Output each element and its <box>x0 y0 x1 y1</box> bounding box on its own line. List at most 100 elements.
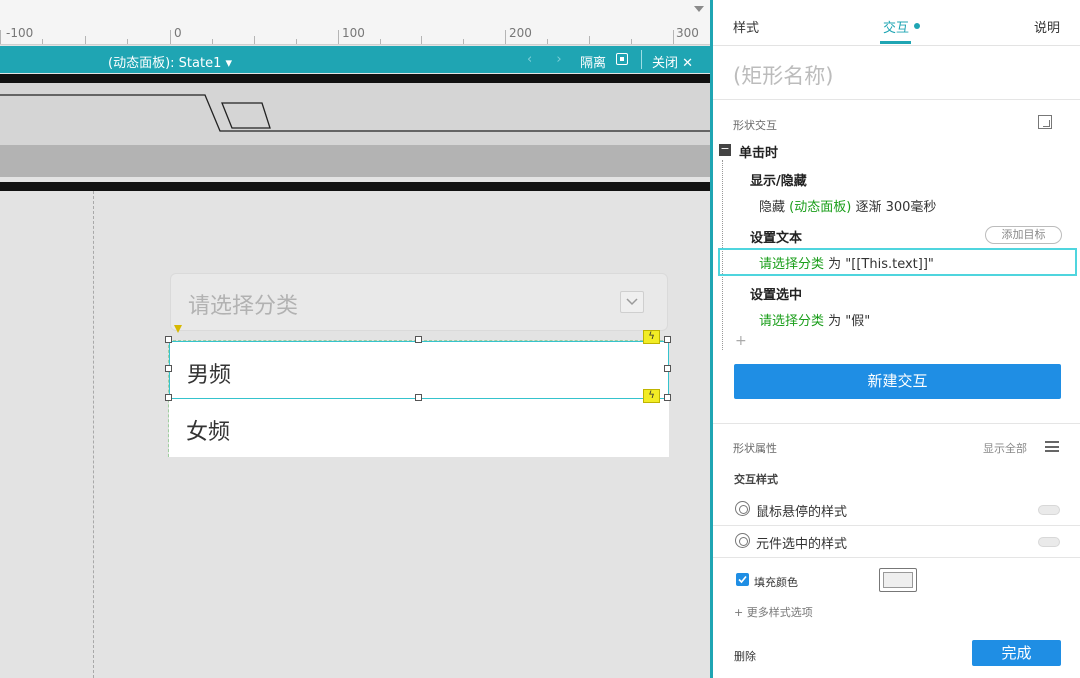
action-set-text-detail[interactable]: 请选择分类 为 "[[This.text]]" <box>759 253 934 272</box>
divider <box>713 557 1080 558</box>
ruler-label: 100 <box>342 26 365 40</box>
interaction-bolt-icon[interactable]: ϟ <box>643 389 660 403</box>
event-click-label[interactable]: 单击时 <box>739 142 778 161</box>
header-bar-middle <box>0 145 710 177</box>
ruler-tick <box>421 36 422 44</box>
state-nav-arrows[interactable]: ‹ › <box>527 52 572 67</box>
action-target: 请选择分类 <box>759 257 825 272</box>
resize-handle[interactable] <box>415 394 422 401</box>
ruler-tick <box>170 30 171 44</box>
dropdown-placeholder: 请选择分类 <box>188 294 299 319</box>
action-target: (动态面板) <box>789 200 852 215</box>
tab-underline <box>880 41 911 44</box>
inspector-tabs: 样式 交互 说明 <box>713 0 1080 46</box>
isolate-button[interactable]: 隔离 <box>580 52 606 71</box>
resize-handle[interactable] <box>165 336 172 343</box>
ruler-label: 300 <box>676 26 699 40</box>
action-target: 请选择分类 <box>759 314 825 329</box>
ruler-tick <box>589 36 590 44</box>
ruler-tick <box>338 30 339 44</box>
resize-handle[interactable] <box>664 336 671 343</box>
resize-handle[interactable] <box>415 336 422 343</box>
close-panel-button[interactable]: 关闭 ✕ <box>652 52 693 71</box>
style-target-icon <box>735 501 750 516</box>
tab-notes[interactable]: 说明 <box>1034 17 1060 36</box>
new-interaction-button[interactable]: 新建交互 <box>734 364 1061 399</box>
ruler-tick <box>296 39 297 44</box>
selected-style-label[interactable]: 元件选中的样式 <box>756 533 847 552</box>
ruler-tick <box>463 39 464 44</box>
action-detail: 逐渐 300毫秒 <box>855 200 937 215</box>
chevron-down-icon[interactable] <box>620 291 644 313</box>
ruler-tick <box>505 30 506 44</box>
ruler-label: 200 <box>509 26 532 40</box>
dynamic-panel-bar: (动态面板): State1 ▾ ‹ › 隔离 关闭 ✕ <box>0 46 710 73</box>
ruler-tick <box>380 39 381 44</box>
fill-color-label: 填充颜色 <box>754 576 798 589</box>
ruler-tick <box>212 39 213 44</box>
shape-name-field[interactable]: (矩形名称) <box>733 60 833 90</box>
interaction-bolt-icon[interactable]: ϟ <box>643 330 660 344</box>
resize-handle[interactable] <box>165 394 172 401</box>
ruler-tick <box>0 30 1 44</box>
header-bar-top <box>0 74 710 83</box>
ruler-tick <box>547 39 548 44</box>
tab-outline-shape <box>0 94 710 132</box>
style-target-icon <box>735 533 750 548</box>
fill-color-checkbox[interactable] <box>736 573 749 586</box>
active-dot-icon <box>914 23 920 29</box>
fill-color-swatch[interactable] <box>879 568 917 592</box>
option-male[interactable]: 男频 <box>169 341 669 399</box>
ruler-label: 0 <box>174 26 182 40</box>
show-all-link[interactable]: 显示全部 <box>983 440 1027 456</box>
category-dropdown[interactable]: 请选择分类 <box>170 273 668 331</box>
hover-style-toggle[interactable] <box>1038 505 1060 515</box>
section-title: 形状属性 <box>733 442 777 455</box>
selected-style-toggle[interactable] <box>1038 537 1060 547</box>
divider <box>641 50 642 69</box>
ruler-tick <box>254 36 255 44</box>
ruler-tick <box>42 39 43 44</box>
ruler-label: -100 <box>6 26 34 40</box>
ruler-tick <box>127 39 128 44</box>
action-set-text-title[interactable]: 设置文本 <box>750 227 802 246</box>
action-detail: 为 "假" <box>828 314 871 329</box>
resize-handle[interactable] <box>664 394 671 401</box>
menu-icon[interactable] <box>1045 441 1059 452</box>
action-show-hide-detail[interactable]: 隐藏 (动态面板) 逐渐 300毫秒 <box>759 196 936 215</box>
divider <box>713 99 1080 100</box>
delete-link[interactable]: 删除 <box>734 648 756 664</box>
panel-state-selector[interactable]: (动态面板): State1 ▾ <box>108 52 232 71</box>
guide-line <box>93 191 94 678</box>
action-set-selected-detail[interactable]: 请选择分类 为 "假" <box>759 310 870 329</box>
ruler-tick <box>631 39 632 44</box>
horizontal-ruler: -100 0 100 200 300 <box>0 0 710 45</box>
anchor-marker-icon <box>174 325 182 333</box>
tab-style[interactable]: 样式 <box>733 17 759 36</box>
divider <box>713 525 1080 526</box>
collapse-icon[interactable]: − <box>719 143 731 156</box>
isolate-icon[interactable] <box>616 53 628 65</box>
section-title: 形状交互 <box>733 119 777 132</box>
option-label: 男频 <box>187 363 232 388</box>
ruler-dropdown-icon[interactable] <box>694 6 704 12</box>
resize-handle[interactable] <box>165 365 172 372</box>
add-action-icon[interactable]: + <box>735 333 747 349</box>
done-button[interactable]: 完成 <box>972 640 1061 666</box>
tab-interaction[interactable]: 交互 <box>883 17 909 36</box>
hover-style-label[interactable]: 鼠标悬停的样式 <box>756 501 847 520</box>
header-bar-bottom <box>0 182 710 191</box>
resize-handle[interactable] <box>664 365 671 372</box>
divider <box>713 423 1080 424</box>
option-label: 女频 <box>186 420 231 445</box>
option-female[interactable]: 女频 <box>169 399 669 457</box>
action-set-selected-title[interactable]: 设置选中 <box>750 284 802 303</box>
ruler-tick <box>85 36 86 44</box>
action-show-hide-title[interactable]: 显示/隐藏 <box>750 170 807 189</box>
add-target-button[interactable]: 添加目标 <box>985 226 1062 244</box>
ruler-tick <box>673 30 674 44</box>
expand-icon[interactable] <box>1038 115 1052 129</box>
design-canvas[interactable]: -100 0 100 200 300 (动态面板): State1 ▾ ‹ › … <box>0 0 710 678</box>
interaction-styles-title: 交互样式 <box>734 473 778 486</box>
more-style-options-link[interactable]: + 更多样式选项 <box>734 604 813 620</box>
